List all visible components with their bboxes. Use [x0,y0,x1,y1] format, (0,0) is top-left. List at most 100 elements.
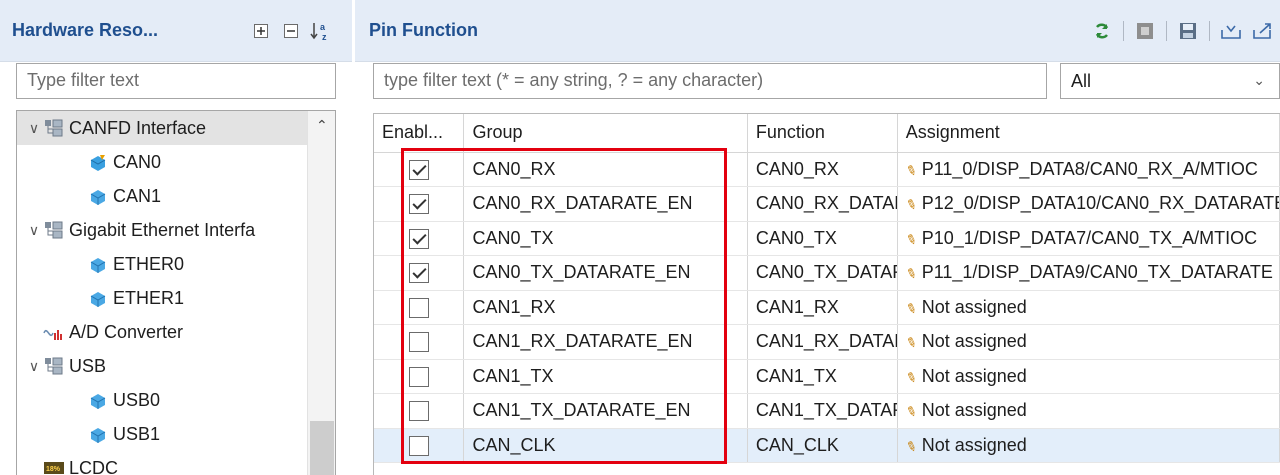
scrollbar-thumb[interactable] [310,421,334,475]
enable-checkbox[interactable] [408,263,429,284]
assignment-cell[interactable]: ✎ P10_1/DISP_DATA7/CAN0_TX_A/MTIOC [897,221,1280,256]
assignment-cell[interactable]: ✎ Not assigned [897,428,1280,463]
save-table-icon[interactable] [1177,20,1199,42]
assignment-text: Not assigned [921,331,1027,352]
tree-item-usb[interactable]: ∨ USB [17,349,307,383]
pin-function-view: Pin Function type filter text (* = any s… [355,0,1280,475]
table-row[interactable]: CAN1_RX CAN1_RX ✎ Not assigned [374,290,1280,325]
function-cell: CAN0_TX [747,221,898,256]
tree-item-usb1[interactable]: USB1 [17,417,307,451]
enable-checkbox[interactable] [408,228,429,249]
enable-checkbox[interactable] [408,297,429,318]
hardware-resources-view: Hardware Reso... az Type filter text ∨ CA… [0,0,352,475]
pin-function-scope-select[interactable]: All ⌄ [1060,63,1280,99]
assignment-text: Not assigned [921,434,1027,455]
edit-pencil-icon: ✎ [903,437,919,456]
table-header-row: Enabl... Group Function Assignment [374,114,1280,153]
enable-checkbox[interactable] [408,366,429,387]
tree-item-a-d-converter[interactable]: A/D Converter [17,315,307,349]
enabled-cell [374,152,465,187]
tree-item-lcdc[interactable]: 18% LCDC [17,451,307,475]
pin-function-table: Enabl... Group Function Assignment CAN0_… [373,113,1280,475]
svg-text:z: z [322,32,327,41]
column-header-function[interactable]: Function [747,114,898,153]
chevron-down-icon[interactable]: ∨ [25,120,43,137]
enable-checkbox[interactable] [408,401,429,422]
table-row[interactable]: CAN0_RX_DATARATE_ENCAN0_RX_DATARATE✎P12_… [374,186,1280,222]
enabled-cell [374,324,465,360]
edit-pencil-icon: ✎ [903,196,919,214]
assignment-cell[interactable]: ✎ P12_0/DISP_DATA10/CAN0_RX_DATARATE [897,186,1280,222]
hardware-resources-title: Hardware Reso... [12,20,159,40]
group-cell: CAN0_TX_DATARATE_EN [463,255,748,291]
enable-checkbox[interactable] [408,332,429,353]
svg-text:18%: 18% [46,466,61,473]
tree-item-can0[interactable]: CAN0 [17,145,307,179]
pin-function-header: Pin Function [355,0,1280,62]
column-header-group[interactable]: Group [463,114,748,153]
chip-icon[interactable] [1134,20,1156,42]
table-row[interactable]: CAN0_RX CAN0_RX ✎ P11_0/DISP_DATA8/CAN0_RX_… [374,152,1280,187]
function-cell: CAN_CLK [747,428,898,463]
hardware-resources-toolbar: az [250,20,332,42]
enable-checkbox[interactable] [408,194,429,215]
hardware-filter-input[interactable]: Type filter text [16,63,336,99]
group-cell: CAN_CLK [463,428,748,463]
assignment-cell[interactable]: ✎ P11_0/DISP_DATA8/CAN0_RX_A/MTIOC [897,152,1280,187]
assignment-cell[interactable]: ✎ Not assigned [897,393,1280,429]
assignment-cell[interactable]: ✎ Not assigned [897,359,1280,394]
table-row[interactable]: CAN1_TX_DATARATE_ENCAN1_TX_DATARATE✎Not … [374,393,1280,429]
tree-item-label: USB [69,355,107,376]
import-icon[interactable] [1220,20,1242,42]
pin-function-title: Pin Function [369,20,478,40]
tree-item-label: CANFD Interface [69,117,207,138]
table-row[interactable]: CAN_CLK CAN_CLK ✎ Not assigned [374,428,1280,463]
enabled-cell [374,428,465,463]
channel-icon [87,423,109,445]
assignment-cell[interactable]: ✎ Not assigned [897,324,1280,360]
sort-alphabetical-icon[interactable]: az [310,20,332,42]
chevron-down-icon[interactable]: ⌄ [1253,72,1265,89]
chevron-down-icon[interactable]: ∨ [25,222,43,239]
function-cell: CAN1_RX [747,290,898,325]
tree-item-gigabit-ethernet-interfa[interactable]: ∨ Gigabit Ethernet Interfa [17,213,307,247]
tree-item-ether1[interactable]: ETHER1 [17,281,307,315]
edit-pencil-icon: ✎ [903,161,919,180]
tree-item-ether0[interactable]: ETHER0 [17,247,307,281]
enable-checkbox[interactable] [408,435,429,456]
refresh-icon[interactable] [1091,20,1113,42]
assignment-text: P10_1/DISP_DATA7/CAN0_TX_A/MTIOC [921,227,1258,248]
edit-pencil-icon: ✎ [903,230,919,249]
edit-pencil-icon: ✎ [903,403,919,421]
edit-pencil-icon: ✎ [903,334,919,352]
tree-item-label: USB1 [113,423,161,444]
tree-item-label: USB0 [113,389,161,410]
channel-configured-icon [87,151,109,173]
group-cell: CAN0_TX [463,221,748,256]
export-icon[interactable] [1252,20,1274,42]
scope-select-value: All [1071,70,1092,91]
enable-checkbox[interactable] [408,159,429,180]
edit-pencil-icon: ✎ [903,368,919,387]
table-row[interactable]: CAN1_RX_DATARATE_ENCAN1_RX_DATARATE✎Not … [374,324,1280,360]
tree-item-can1[interactable]: CAN1 [17,179,307,213]
table-row[interactable]: CAN0_TX CAN0_TX ✎ P10_1/DISP_DATA7/CAN0_TX_… [374,221,1280,256]
hardware-resources-tree: ∨ CANFD Interface CAN0 CAN1 ∨ Gigabit Etherne… [16,110,336,475]
expand-all-icon[interactable] [250,20,272,42]
assignment-cell[interactable]: ✎ Not assigned [897,290,1280,325]
tree-scrollbar[interactable]: ⌃ [307,111,335,475]
assignment-cell[interactable]: ✎ P11_1/DISP_DATA9/CAN0_TX_DATARATE [897,255,1280,291]
tree-item-label: CAN1 [113,185,162,206]
tree-item-canfd-interface[interactable]: ∨ CANFD Interface [17,111,307,145]
column-header-enabled[interactable]: Enabl... [374,114,465,153]
function-cell: CAN1_TX [747,359,898,394]
pin-function-filter-input[interactable]: type filter text (* = any string, ? = an… [373,63,1047,99]
collapse-all-icon[interactable] [280,20,302,42]
chevron-down-icon[interactable]: ∨ [25,358,43,375]
table-row[interactable]: CAN1_TX CAN1_TX ✎ Not assigned [374,359,1280,394]
group-cell: CAN1_TX [463,359,748,394]
scroll-up-arrow-icon[interactable]: ⌃ [316,117,328,134]
table-row[interactable]: CAN0_TX_DATARATE_ENCAN0_TX_DATARATE✎P11_… [374,255,1280,291]
column-header-assignment[interactable]: Assignment [897,114,1280,153]
tree-item-usb0[interactable]: USB0 [17,383,307,417]
